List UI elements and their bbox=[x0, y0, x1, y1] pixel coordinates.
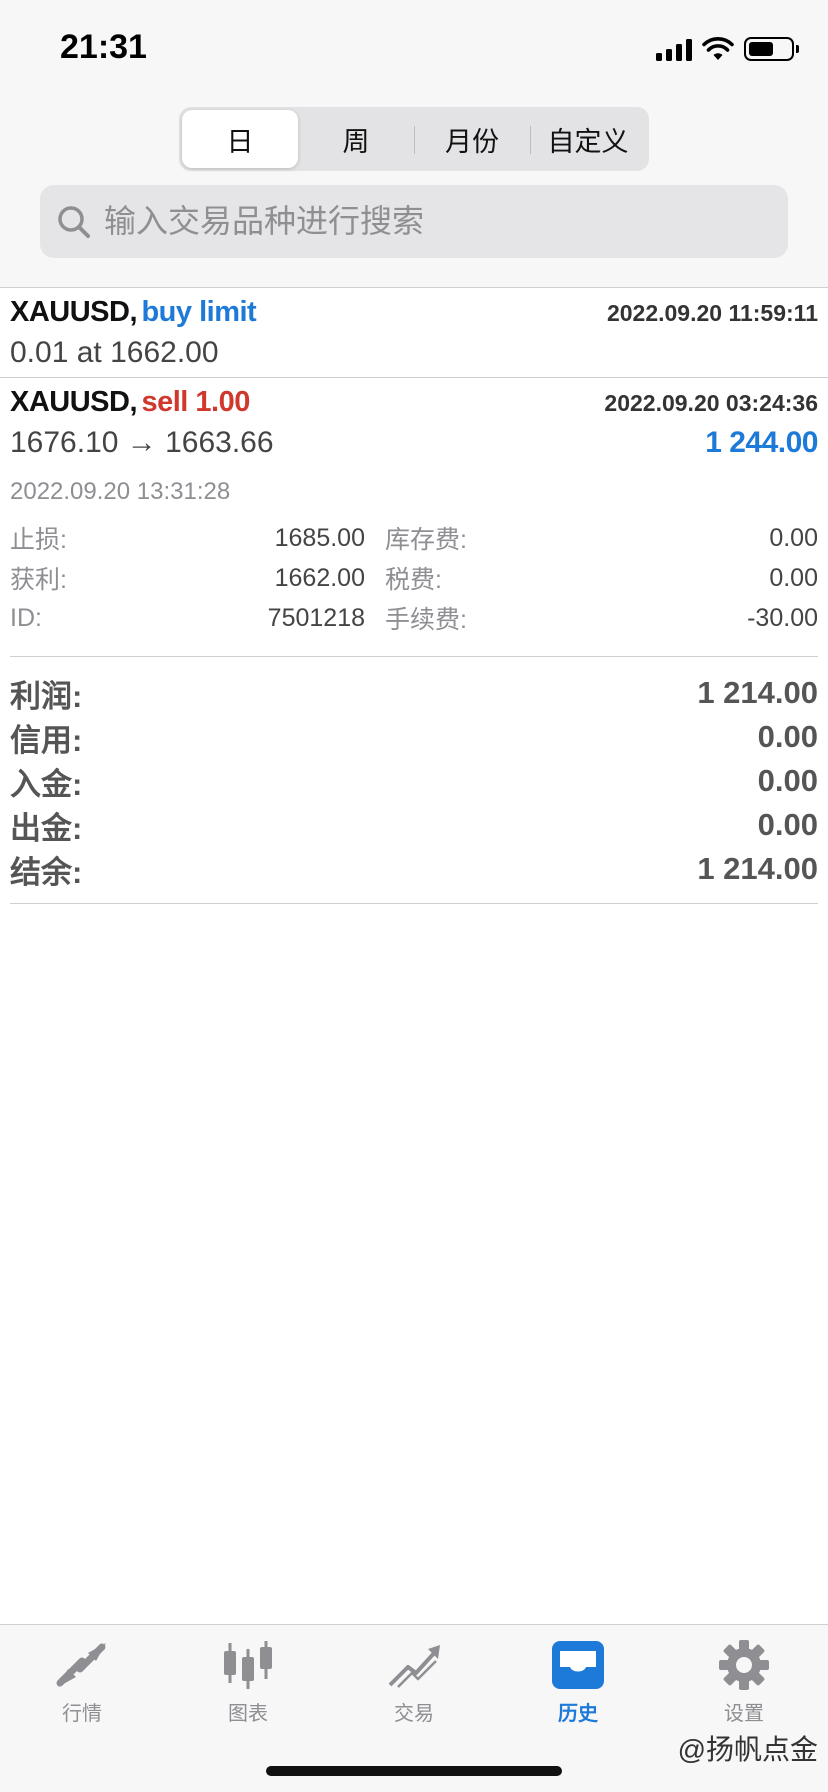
detail-swap: 库存费: 0.00 bbox=[385, 523, 818, 555]
tab-charts[interactable]: 图表 bbox=[188, 1639, 308, 1726]
status-time: 21:31 bbox=[60, 28, 147, 66]
summary-balance: 结余: 1 214.00 bbox=[10, 851, 818, 890]
home-indicator[interactable] bbox=[266, 1766, 562, 1776]
deal-details: 2022.09.20 13:31:28 止损: 1685.00 库存费: 0.00 … bbox=[10, 478, 818, 638]
wifi-icon bbox=[702, 37, 734, 60]
header-area: 21:31 日 周 月份 自定义 bbox=[0, 0, 828, 288]
order-volume-price: 0.01 at 1662.00 bbox=[10, 336, 219, 369]
deal-symbol: XAUUSD, bbox=[10, 386, 138, 418]
account-summary: 利润: 1 214.00 信用: 0.00 入金: 0.00 出金: 0.00 结余: 1… bbox=[10, 656, 818, 904]
battery-icon bbox=[744, 37, 799, 61]
history-tray-icon bbox=[552, 1641, 604, 1689]
search-bar bbox=[40, 185, 788, 258]
deal-open-time: 2022.09.20 03:24:36 bbox=[604, 390, 818, 416]
tab-settings[interactable]: 设置 bbox=[684, 1639, 804, 1726]
detail-stop-loss: 止损: 1685.00 bbox=[10, 523, 365, 555]
trade-trend-icon bbox=[388, 1645, 440, 1688]
summary-credit: 信用: 0.00 bbox=[10, 719, 818, 758]
deal-row-sell[interactable]: XAUUSD, sell 1.00 2022.09.20 03:24:36 16… bbox=[0, 380, 828, 656]
watermark-text: @扬帆点金 bbox=[677, 1734, 818, 1765]
detail-commission: 手续费: -30.00 bbox=[385, 603, 818, 635]
summary-withdrawal: 出金: 0.00 bbox=[10, 807, 818, 846]
detail-id: ID: 7501218 bbox=[10, 603, 365, 632]
search-input[interactable] bbox=[104, 203, 744, 240]
tab-history[interactable]: 历史 bbox=[518, 1639, 638, 1726]
deal-close-time: 2022.09.20 13:31:28 bbox=[10, 478, 231, 505]
segment-month[interactable]: 月份 bbox=[414, 110, 530, 168]
order-symbol: XAUUSD, bbox=[10, 296, 138, 328]
order-row-buy-limit[interactable]: XAUUSD, buy limit 2022.09.20 11:59:11 0.… bbox=[0, 290, 828, 378]
tab-trade[interactable]: 交易 bbox=[354, 1639, 474, 1726]
watermark: @扬帆点金 bbox=[678, 1728, 818, 1768]
segment-day[interactable]: 日 bbox=[182, 110, 298, 168]
search-icon bbox=[58, 205, 90, 238]
deal-type: sell 1.00 bbox=[141, 386, 250, 418]
deal-profit: 1 244.00 bbox=[705, 426, 818, 459]
detail-tax: 税费: 0.00 bbox=[385, 563, 818, 595]
summary-deposit: 入金: 0.00 bbox=[10, 763, 818, 802]
cellular-signal-icon bbox=[656, 37, 692, 61]
quotes-arrows-icon bbox=[56, 1643, 106, 1687]
status-icons bbox=[656, 34, 799, 64]
period-segmented-control: 日 周 月份 自定义 bbox=[179, 107, 649, 171]
segment-custom[interactable]: 自定义 bbox=[530, 110, 646, 168]
tab-quotes[interactable]: 行情 bbox=[22, 1639, 142, 1726]
gear-icon bbox=[719, 1640, 769, 1690]
deal-price-change: 1676.10 → 1663.66 bbox=[10, 426, 274, 459]
order-time: 2022.09.20 11:59:11 bbox=[606, 300, 818, 326]
candlestick-chart-icon bbox=[224, 1641, 272, 1689]
detail-take-profit: 获利: 1662.00 bbox=[10, 563, 365, 595]
segment-week[interactable]: 周 bbox=[298, 110, 414, 168]
order-type: buy limit bbox=[141, 296, 257, 328]
deal-details-grid: 止损: 1685.00 库存费: 0.00 获利: 1662.00 税费: 0.00 I… bbox=[10, 518, 818, 638]
summary-profit: 利润: 1 214.00 bbox=[10, 675, 818, 714]
